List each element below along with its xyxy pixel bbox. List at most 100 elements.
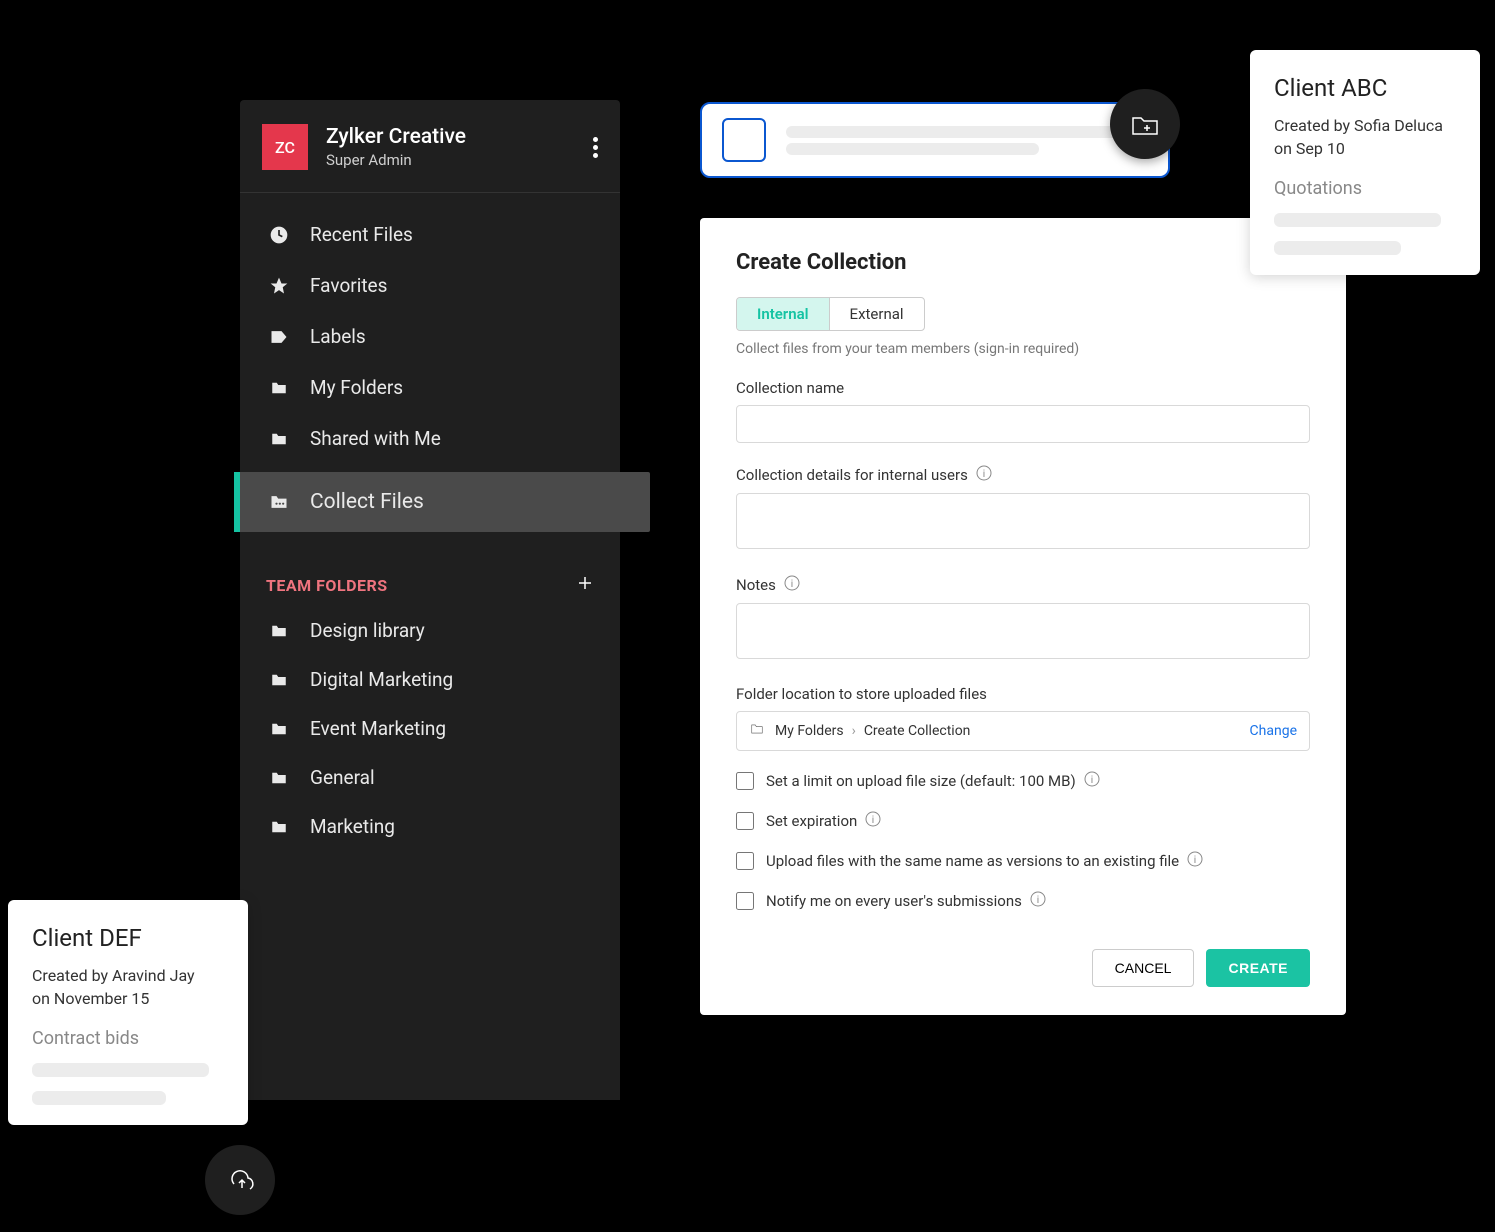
team-folder-label: General (310, 766, 375, 789)
card-title: Client DEF (32, 924, 224, 952)
card-created-on: on Sep 10 (1274, 137, 1456, 160)
nav-label: Labels (310, 325, 366, 348)
panel-title: Create Collection (736, 250, 1310, 275)
tab-row: Internal External (736, 297, 925, 331)
nav-label: My Folders (310, 376, 403, 399)
upload-button[interactable] (205, 1145, 275, 1215)
info-icon[interactable]: i (1030, 891, 1046, 911)
more-options-icon[interactable] (593, 134, 598, 161)
add-team-folder-icon[interactable] (576, 574, 594, 596)
card-created-by: Created by Sofia Deluca (1274, 114, 1456, 137)
folder-dots-icon (266, 622, 292, 640)
tab-external[interactable]: External (830, 298, 924, 330)
team-folder-digital-marketing[interactable]: Digital Marketing (240, 655, 620, 704)
folder-icon (749, 722, 765, 740)
svg-text:i: i (872, 815, 874, 826)
team-folder-label: Event Marketing (310, 717, 446, 740)
info-icon[interactable]: i (784, 575, 800, 595)
label-notes: Notes i (736, 575, 1310, 595)
tab-internal[interactable]: Internal (737, 298, 830, 330)
team-folder-label: Design library (310, 619, 425, 642)
card-client-def[interactable]: Client DEF Created by Aravind Jay on Nov… (8, 900, 248, 1125)
folder-icon (266, 377, 292, 399)
sidebar-header: ZC Zylker Creative Super Admin (240, 100, 620, 193)
brand-logo: ZC (262, 124, 308, 170)
label-collection-name: Collection name (736, 379, 1310, 397)
star-icon (266, 275, 292, 297)
info-icon[interactable]: i (865, 811, 881, 831)
check-notify-submissions[interactable]: Notify me on every user's submissions i (736, 891, 1310, 911)
selection-card[interactable] (700, 102, 1170, 178)
clock-icon (266, 224, 292, 246)
create-collection-panel: Create Collection Internal External Coll… (700, 218, 1346, 1015)
breadcrumb-root: My Folders (775, 723, 844, 739)
card-created-by: Created by Aravind Jay (32, 964, 224, 987)
sidebar: ZC Zylker Creative Super Admin Recent Fi… (240, 100, 620, 1100)
checkbox[interactable] (736, 812, 754, 830)
nav-label: Favorites (310, 274, 387, 297)
nav-my-folders[interactable]: My Folders (240, 362, 620, 413)
card-client-abc[interactable]: Client ABC Created by Sofia Deluca on Se… (1250, 50, 1480, 275)
check-set-expiration[interactable]: Set expiration i (736, 811, 1310, 831)
cancel-button[interactable]: CANCEL (1092, 949, 1195, 987)
card-created-on: on November 15 (32, 987, 224, 1010)
nav-labels[interactable]: Labels (240, 311, 620, 362)
svg-text:i: i (791, 579, 793, 590)
nav-label: Recent Files (310, 223, 413, 246)
checkbox[interactable] (736, 772, 754, 790)
folder-location-box: My Folders › Create Collection Change (736, 711, 1310, 751)
team-folder-general[interactable]: General (240, 753, 620, 802)
placeholder-lines (786, 121, 1148, 160)
input-collection-details[interactable] (736, 493, 1310, 549)
team-folder-label: Marketing (310, 815, 395, 838)
nav-recent-files[interactable]: Recent Files (240, 209, 620, 260)
svg-text:i: i (983, 469, 985, 480)
nav-label: Shared with Me (310, 427, 441, 450)
nav-collect-files[interactable]: Collect Files (234, 472, 650, 532)
svg-text:i: i (1090, 775, 1092, 786)
svg-text:i: i (1194, 855, 1196, 866)
nav-list: Recent Files Favorites Labels My Folders… (240, 193, 620, 548)
checkbox[interactable] (736, 852, 754, 870)
selection-checkbox[interactable] (722, 118, 766, 162)
create-button[interactable]: CREATE (1206, 949, 1310, 987)
brand-text: Zylker Creative Super Admin (326, 125, 466, 169)
check-limit-upload-size[interactable]: Set a limit on upload file size (default… (736, 771, 1310, 791)
card-section: Quotations (1274, 178, 1456, 199)
check-same-name-versions[interactable]: Upload files with the same name as versi… (736, 851, 1310, 871)
card-title: Client ABC (1274, 74, 1456, 102)
nav-favorites[interactable]: Favorites (240, 260, 620, 311)
input-notes[interactable] (736, 603, 1310, 659)
folder-dots-icon (266, 491, 292, 513)
info-icon[interactable]: i (1187, 851, 1203, 871)
breadcrumb-leaf: Create Collection (864, 723, 971, 739)
team-folder-design-library[interactable]: Design library (240, 606, 620, 655)
team-folder-marketing[interactable]: Marketing (240, 802, 620, 851)
brand-role: Super Admin (326, 151, 466, 169)
label-collection-details: Collection details for internal users i (736, 465, 1310, 485)
nav-label: Collect Files (310, 490, 424, 514)
label-folder-location: Folder location to store uploaded files (736, 685, 1310, 703)
checkbox[interactable] (736, 892, 754, 910)
tag-icon (266, 326, 292, 348)
info-icon[interactable]: i (976, 465, 992, 485)
folder-icon (266, 428, 292, 450)
card-section: Contract bids (32, 1028, 224, 1049)
brand-name: Zylker Creative (326, 125, 466, 149)
panel-actions: CANCEL CREATE (736, 949, 1310, 987)
tab-note: Collect files from your team members (si… (736, 341, 1310, 357)
folder-dots-icon (266, 671, 292, 689)
folder-dots-icon (266, 720, 292, 738)
folder-dots-icon (266, 818, 292, 836)
add-folder-button[interactable] (1110, 89, 1180, 159)
nav-shared-with-me[interactable]: Shared with Me (240, 413, 620, 464)
info-icon[interactable]: i (1084, 771, 1100, 791)
team-folders-header: TEAM FOLDERS (240, 548, 620, 606)
svg-text:i: i (1037, 895, 1039, 906)
change-folder-link[interactable]: Change (1250, 723, 1297, 739)
folder-dots-icon (266, 769, 292, 787)
chevron-right-icon: › (852, 723, 856, 739)
team-folder-label: Digital Marketing (310, 668, 453, 691)
input-collection-name[interactable] (736, 405, 1310, 443)
team-folder-event-marketing[interactable]: Event Marketing (240, 704, 620, 753)
